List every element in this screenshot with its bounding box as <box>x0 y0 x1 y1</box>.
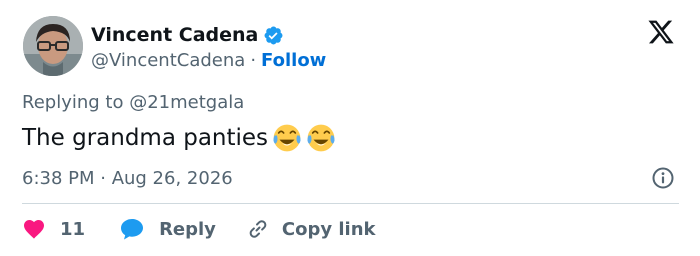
face-with-tears-of-joy-icon <box>272 123 302 153</box>
reply-label: Reply <box>159 218 216 240</box>
replying-to-line: Replying to @21metgala <box>22 92 244 113</box>
copy-link-button[interactable]: Copy link <box>246 217 376 241</box>
author-name-row: Vincent Cadena <box>91 22 284 48</box>
tweet-timestamp[interactable]: 6:38 PM · Aug 26, 2026 <box>22 166 233 190</box>
avatar[interactable] <box>23 16 83 76</box>
like-count: 11 <box>60 218 86 240</box>
copy-link-label: Copy link <box>281 218 376 240</box>
divider <box>22 203 679 204</box>
like-button[interactable]: 11 <box>22 217 85 241</box>
face-with-tears-of-joy-icon <box>306 123 336 153</box>
info-icon[interactable] <box>651 166 675 190</box>
link-icon <box>246 217 270 241</box>
follow-button[interactable]: Follow <box>261 50 326 71</box>
verified-badge-icon <box>263 25 284 46</box>
replying-prefix: Replying to <box>22 92 124 113</box>
tweet-body-text: The grandma panties <box>22 125 269 151</box>
tweet-text: The grandma panties <box>22 120 336 156</box>
x-logo-icon[interactable] <box>646 18 676 46</box>
reply-button[interactable]: Reply <box>119 217 216 241</box>
action-bar: 11 Reply Copy link <box>22 214 376 244</box>
author-handle[interactable]: @VincentCadena <box>91 50 245 71</box>
separator-dot: · <box>250 49 257 71</box>
heart-icon <box>22 217 46 241</box>
replying-to-mention[interactable]: @21metgala <box>129 92 244 113</box>
tweet-card: Vincent Cadena @VincentCadena · Follow R… <box>0 0 700 256</box>
author-handle-row: @VincentCadena · Follow <box>91 48 326 72</box>
author-display-name[interactable]: Vincent Cadena <box>91 24 258 46</box>
reply-bubble-icon <box>119 217 145 241</box>
